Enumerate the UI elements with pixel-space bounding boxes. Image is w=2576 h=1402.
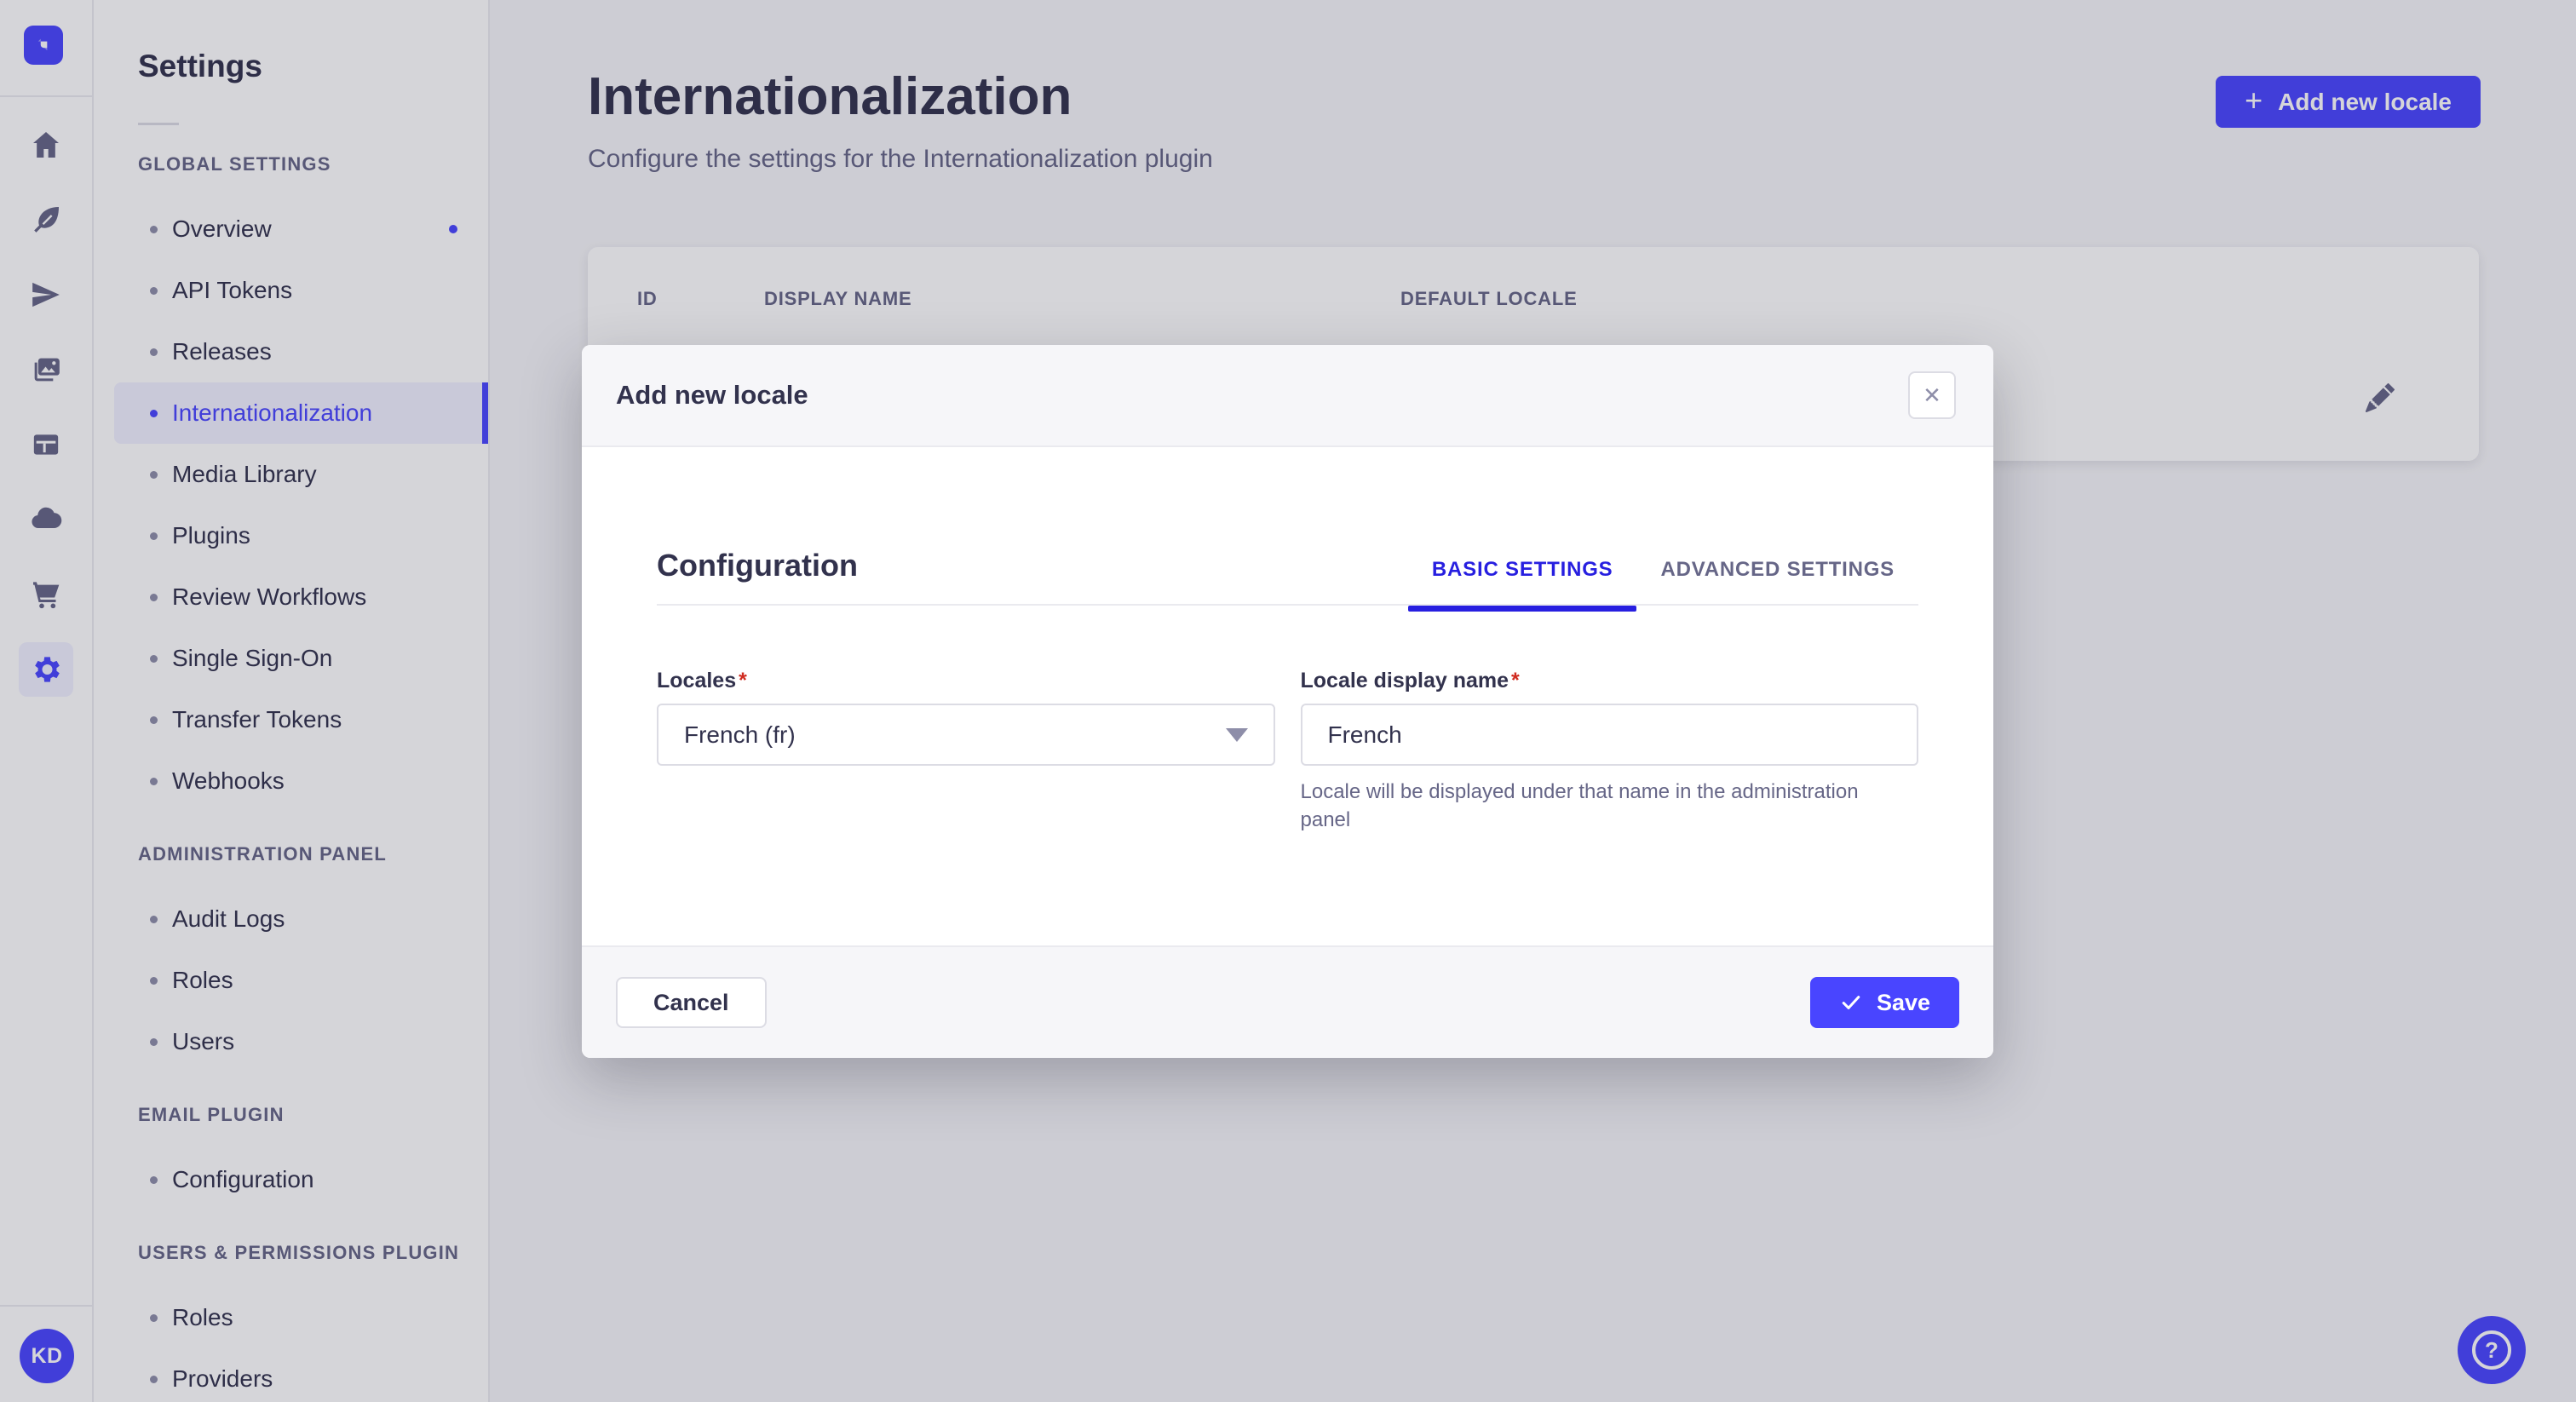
configuration-heading: Configuration (657, 548, 858, 583)
locales-select[interactable]: French (fr) (657, 704, 1275, 766)
close-icon[interactable]: ✕ (1908, 371, 1956, 419)
display-name-input[interactable] (1300, 704, 1918, 766)
modal-title: Add new locale (616, 380, 808, 410)
cancel-button[interactable]: Cancel (616, 977, 767, 1028)
required-asterisk: * (739, 669, 747, 692)
modal-header: Add new locale ✕ (582, 345, 1993, 447)
tab-advanced-settings[interactable]: ADVANCED SETTINGS (1636, 556, 1918, 583)
locales-selected-value: French (fr) (684, 721, 796, 748)
add-locale-modal: Add new locale ✕ Configuration BASIC SET… (582, 345, 1993, 1058)
display-name-help-text: Locale will be displayed under that name… (1300, 780, 1859, 831)
modal-body: Configuration BASIC SETTINGS ADVANCED SE… (582, 548, 1993, 834)
display-name-label: Locale display name * (1300, 669, 1520, 692)
modal-footer: Cancel Save (582, 945, 1993, 1058)
save-button[interactable]: Save (1809, 977, 1959, 1028)
tab-basic-settings[interactable]: BASIC SETTINGS (1407, 556, 1637, 612)
settings-tabs: BASIC SETTINGS ADVANCED SETTINGS (1407, 556, 1918, 612)
chevron-down-icon (1225, 727, 1248, 742)
display-name-field: Locale display name* Locale will be disp… (1300, 669, 1918, 834)
locales-label: Locales * (657, 669, 747, 692)
required-asterisk: * (1511, 669, 1520, 692)
check-icon (1842, 996, 1860, 1009)
locales-field: Locales * French (fr) (657, 669, 1275, 834)
